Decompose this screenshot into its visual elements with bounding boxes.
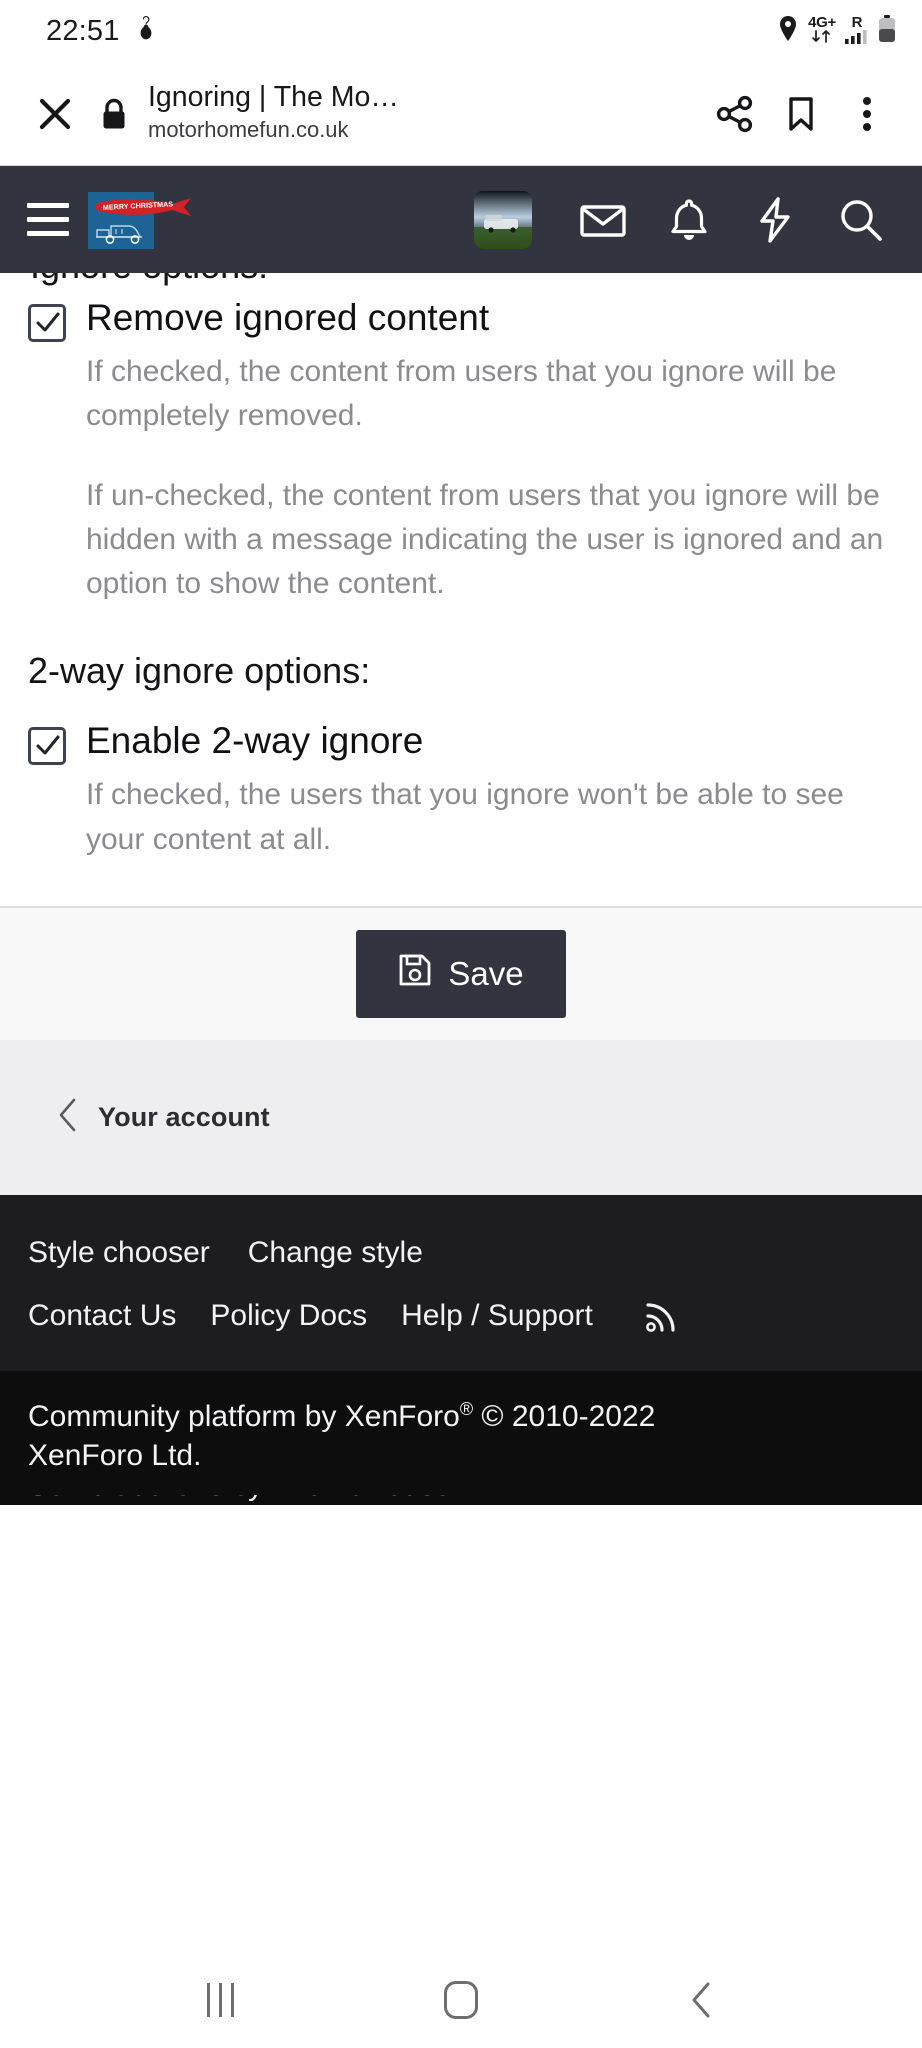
option-hint-group: If checked, the content from users that … xyxy=(86,350,894,606)
checkbox-remove-ignored-content[interactable] xyxy=(28,304,66,342)
page-title: Ignoring | The Mo… xyxy=(148,82,399,114)
section-heading-2way: 2-way ignore options: xyxy=(28,650,371,692)
search-icon[interactable] xyxy=(818,177,904,263)
policy-docs-link[interactable]: Policy Docs xyxy=(210,1298,367,1334)
clipped-section-heading: Ignore options: xyxy=(0,273,922,295)
breadcrumb-label: Your account xyxy=(98,1101,270,1132)
contact-us-link[interactable]: Contact Us xyxy=(28,1298,176,1334)
page-host: motorhomefun.co.uk xyxy=(148,117,349,143)
phone-screen: 22:51 4G+ R Ignoring | The Mo… motorhome… xyxy=(0,0,922,2048)
copyright-text: Community platform by XenForo® © 2010-20… xyxy=(28,1397,894,1475)
lock-icon xyxy=(88,96,140,132)
footer-row-support: Contact Us Policy Docs Help / Support xyxy=(28,1297,894,1335)
page-content: Ignore options: Remove ignored content I… xyxy=(0,273,922,1952)
lightning-icon[interactable] xyxy=(732,177,818,263)
option-hint: If checked, the users that you ignore wo… xyxy=(86,778,844,856)
save-button[interactable]: Save xyxy=(356,929,566,1018)
inbox-icon[interactable] xyxy=(560,177,646,263)
signal-bars-icon xyxy=(845,29,869,48)
status-bar: 22:51 4G+ R xyxy=(0,0,922,62)
rss-icon[interactable] xyxy=(643,1297,681,1335)
roaming-indicator: R xyxy=(845,15,869,48)
option-remove-ignored-content[interactable]: Remove ignored content If checked, the c… xyxy=(0,295,922,606)
copyright-clipped-line: Some add-ons by ThemeHouse xyxy=(0,1494,922,1505)
option-hint-group: If checked, the users that you ignore wo… xyxy=(86,773,894,861)
registered-mark: ® xyxy=(459,1398,474,1419)
site-logo[interactable]: MERRY CHRISTMAS xyxy=(88,189,191,251)
status-bar-right: 4G+ R xyxy=(777,14,896,48)
recents-icon[interactable] xyxy=(175,1955,265,2045)
share-icon[interactable] xyxy=(702,94,768,134)
home-icon[interactable] xyxy=(416,1955,506,2045)
chevron-left-icon xyxy=(58,1098,78,1137)
help-support-link[interactable]: Help / Support xyxy=(401,1298,593,1334)
hamburger-menu-icon[interactable] xyxy=(16,188,80,252)
footer-row-styles: Style chooser Change style xyxy=(28,1235,894,1271)
option-label: Remove ignored content xyxy=(86,297,490,338)
style-chooser-link[interactable]: Style chooser xyxy=(28,1235,210,1271)
user-avatar[interactable] xyxy=(474,190,532,249)
network-type-indicator: 4G+ xyxy=(808,15,836,47)
address-area[interactable]: Ignoring | The Mo… motorhomefun.co.uk xyxy=(140,82,702,145)
bell-icon[interactable] xyxy=(646,177,732,263)
motorhome-logo-glyph xyxy=(96,224,142,244)
back-icon[interactable] xyxy=(657,1955,747,2045)
more-vertical-icon[interactable] xyxy=(834,94,900,134)
battery-icon xyxy=(878,14,896,48)
bookmark-icon[interactable] xyxy=(768,94,834,134)
option-hint: If checked, the content from users that … xyxy=(86,355,837,433)
site-navbar: MERRY CHRISTMAS xyxy=(0,166,922,273)
status-time: 22:51 xyxy=(46,14,120,47)
floppy-disk-icon xyxy=(398,953,432,995)
option-hint: If un-checked, the content from users th… xyxy=(86,479,884,601)
location-icon xyxy=(777,15,799,48)
close-tab-button[interactable] xyxy=(22,94,88,134)
system-navigation-bar xyxy=(0,1952,922,2048)
navbar-icons xyxy=(560,177,904,263)
status-bar-left: 22:51 xyxy=(46,14,158,49)
save-button-label: Save xyxy=(448,954,524,992)
copyright-block: Community platform by XenForo® © 2010-20… xyxy=(0,1370,922,1495)
option-enable-2way-ignore[interactable]: Enable 2-way ignore If checked, the user… xyxy=(0,718,922,861)
copyright-line-2: XenForo Ltd. xyxy=(28,1438,202,1472)
data-transfer-icon xyxy=(811,30,833,47)
copyright-years: © 2010-2022 xyxy=(473,1399,656,1433)
change-style-link[interactable]: Change style xyxy=(248,1235,423,1271)
form-submit-row: Save xyxy=(0,907,922,1040)
option-label: Enable 2-way ignore xyxy=(86,720,424,762)
checkbox-enable-2way-ignore[interactable] xyxy=(28,727,66,766)
browser-toolbar: Ignoring | The Mo… motorhomefun.co.uk xyxy=(0,62,922,166)
breadcrumb[interactable]: Your account xyxy=(0,1039,922,1195)
site-footer: Style chooser Change style Contact Us Po… xyxy=(0,1194,922,1371)
copyright-line-1: Community platform by XenForo xyxy=(28,1399,460,1433)
do-not-disturb-icon xyxy=(134,14,158,49)
